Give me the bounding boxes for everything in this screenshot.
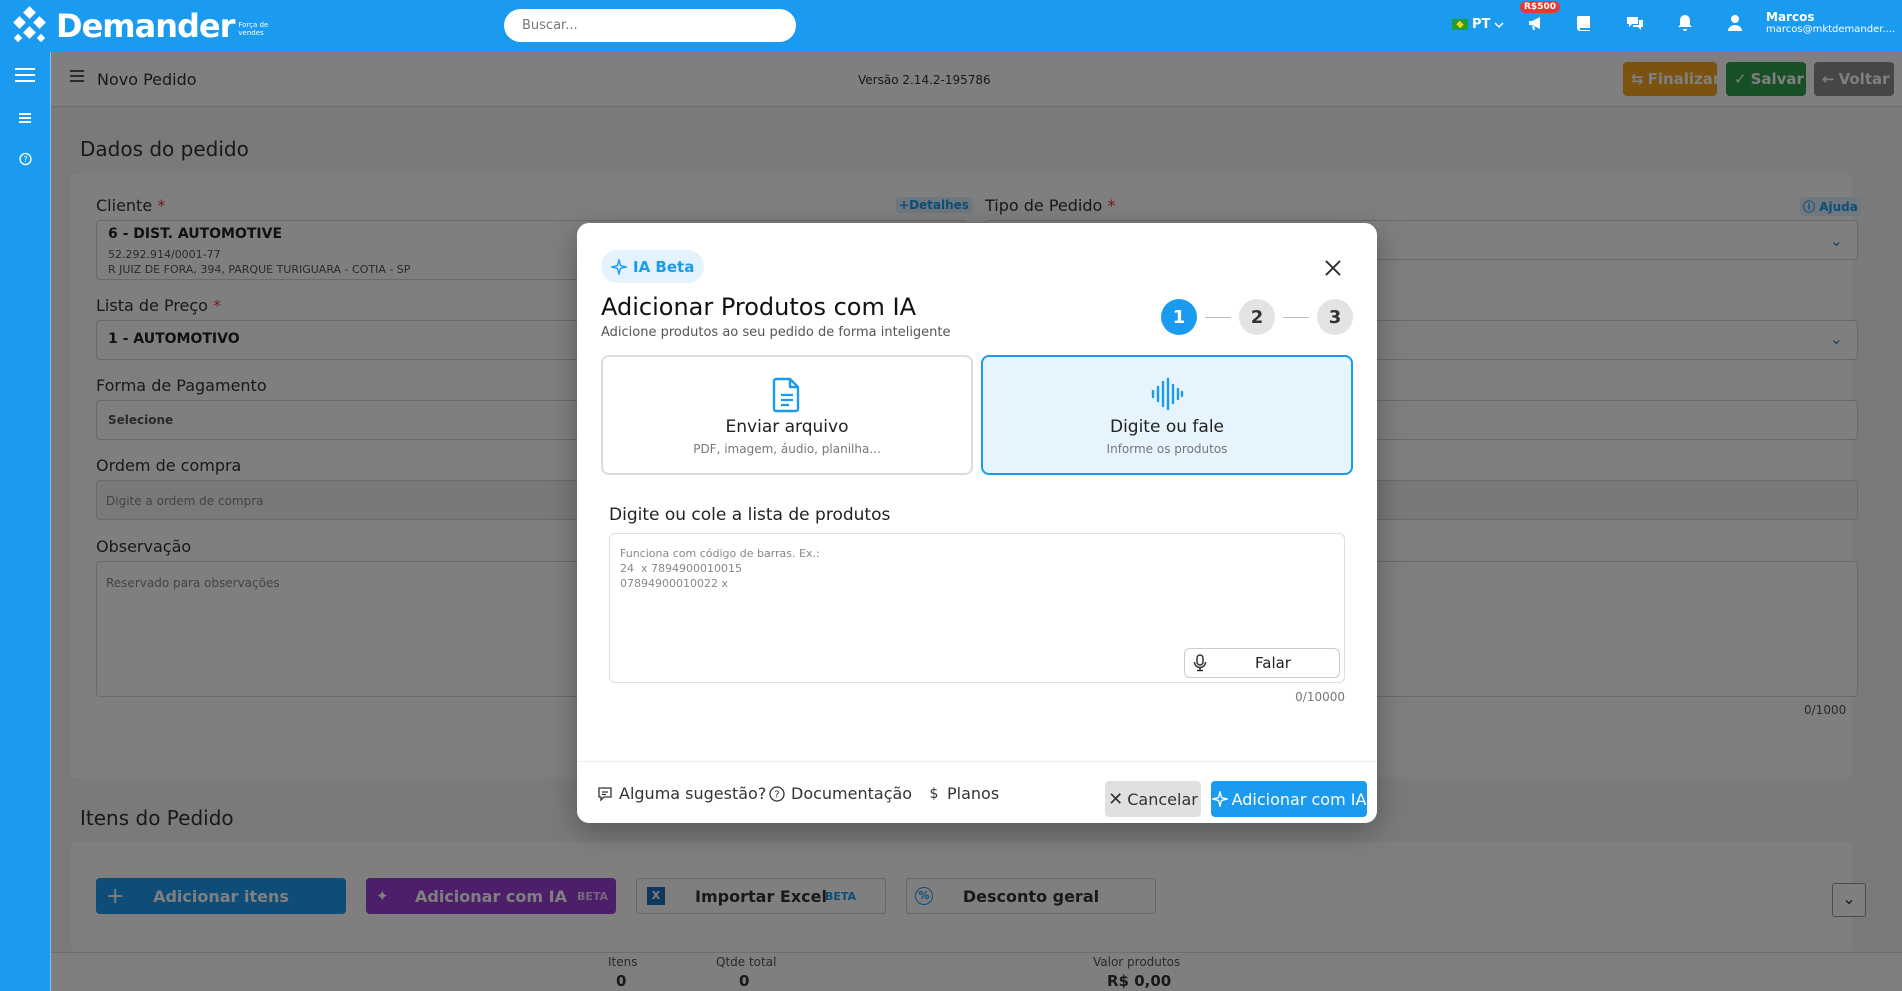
ai-products-modal: IA Beta Adicionar Produtos com IA Adicio… [577, 223, 1377, 823]
documentation-label: Documentação [791, 784, 913, 803]
logo-subtitle: Força de vendes [238, 21, 269, 37]
chat-icon[interactable] [1626, 14, 1644, 32]
list-icon[interactable] [0, 111, 51, 125]
microphone-icon [1193, 654, 1207, 672]
option-upload-title: Enviar arquivo [725, 417, 849, 437]
user-icon[interactable] [1727, 14, 1743, 32]
sparkle-icon [1211, 791, 1228, 807]
option-type-title: Digite ou fale [1109, 417, 1225, 437]
chevron-down-icon [1494, 21, 1504, 28]
svg-text:?: ? [774, 789, 779, 800]
brazil-flag-icon [1452, 19, 1468, 30]
option-type-subtitle: Informe os produtos [1106, 442, 1228, 456]
cancel-button[interactable]: ✕ Cancelar [1105, 781, 1201, 817]
product-list-label: Digite ou cole a lista de produtos [609, 505, 891, 525]
plans-label: Planos [947, 784, 1000, 803]
ia-beta-label: IA Beta [633, 257, 695, 276]
svg-text:?: ? [23, 155, 27, 164]
char-counter: 0/10000 [1295, 690, 1345, 704]
megaphone-icon[interactable] [1527, 14, 1545, 32]
user-menu[interactable]: Marcos marcos@mktdemander.... [1766, 10, 1895, 35]
logo[interactable]: Demander Força de vendes [10, 0, 268, 52]
step-1: 1 [1161, 299, 1197, 335]
audio-waveform-icon [1151, 377, 1184, 411]
logo-mark-icon [10, 6, 50, 46]
language-label: PT [1472, 17, 1491, 32]
language-selector[interactable]: PT [1452, 17, 1504, 32]
ia-beta-chip: IA Beta [601, 250, 705, 283]
speak-button[interactable]: Falar [1184, 648, 1340, 678]
document-icon [772, 377, 800, 413]
step-2: 2 [1239, 299, 1275, 335]
submit-ai-button[interactable]: Adicionar com IA [1211, 781, 1367, 817]
documentation-link[interactable]: ? Documentação [769, 784, 912, 803]
submit-ai-label: Adicionar com IA [1231, 789, 1367, 809]
bell-icon[interactable] [1677, 14, 1693, 32]
modal-divider [577, 761, 1377, 762]
option-upload-subtitle: PDF, imagem, áudio, planilha... [693, 442, 881, 456]
top-bar: Demander Força de vendes PT R$500 Marcos… [0, 0, 1902, 52]
user-name: Marcos [1766, 10, 1815, 24]
sidebar: ? [0, 52, 51, 991]
close-icon[interactable] [1321, 256, 1345, 280]
search-input[interactable] [504, 9, 796, 42]
modal-subtitle: Adicione produtos ao seu pedido de forma… [601, 325, 951, 340]
suggestion-link[interactable]: Alguma sugestão? [597, 784, 766, 803]
user-email: marcos@mktdemander.... [1766, 24, 1896, 35]
option-type-or-speak[interactable]: Digite ou fale Informe os produtos [981, 355, 1353, 475]
step-connector [1283, 317, 1309, 318]
logo-text: Demander [56, 7, 235, 45]
help-circle-icon[interactable]: ? [0, 152, 51, 166]
credit-badge: R$500 [1520, 1, 1560, 13]
step-3: 3 [1317, 299, 1353, 335]
book-icon[interactable] [1577, 14, 1593, 32]
plans-link[interactable]: $ Planos [927, 784, 1000, 803]
modal-title: Adicionar Produtos com IA [601, 293, 916, 321]
suggestion-label: Alguma sugestão? [619, 784, 767, 803]
comment-icon [598, 786, 612, 802]
hamburger-menu-icon[interactable] [0, 66, 51, 84]
speak-label: Falar [1255, 654, 1291, 672]
step-connector [1205, 317, 1231, 318]
option-upload-file[interactable]: Enviar arquivo PDF, imagem, áudio, plani… [601, 355, 973, 475]
close-icon: ✕ [1108, 788, 1124, 810]
dollar-icon: $ [929, 785, 939, 802]
sparkle-icon [611, 258, 627, 275]
help-circle-icon: ? [769, 785, 785, 802]
cancel-label: Cancelar [1127, 789, 1198, 809]
